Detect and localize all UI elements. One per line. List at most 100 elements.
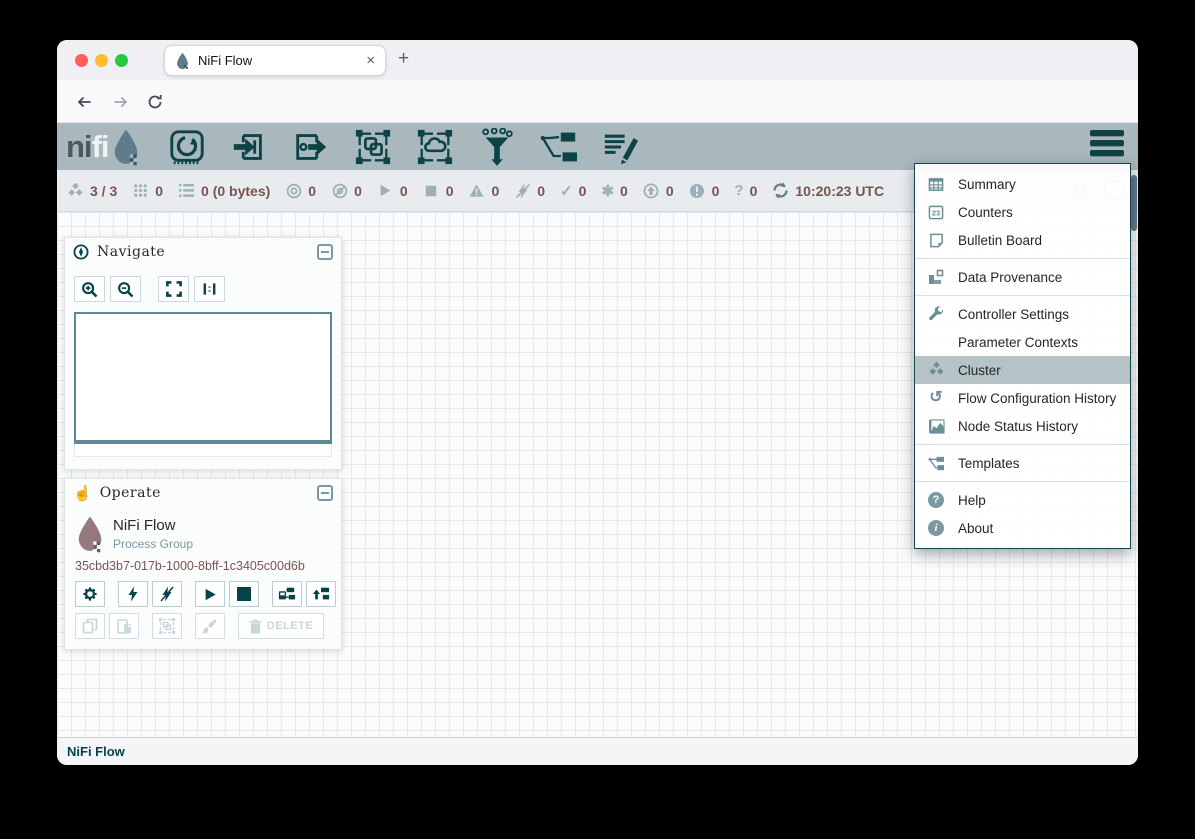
- refresh-icon[interactable]: [772, 182, 789, 199]
- transmitting-icon: [285, 183, 302, 199]
- output-port-component-icon[interactable]: [291, 127, 331, 167]
- logo-drop-icon: [111, 128, 141, 166]
- menu-item-flow-configuration-history[interactable]: ↺ Flow Configuration History: [915, 384, 1130, 412]
- menu-item-node-status-history[interactable]: Node Status History: [915, 412, 1130, 440]
- running-icon: [377, 183, 394, 198]
- status-running: 0: [377, 183, 408, 199]
- copy-button[interactable]: [75, 613, 105, 639]
- start-button[interactable]: [195, 581, 225, 607]
- zoom-out-button[interactable]: [110, 276, 141, 302]
- wrench-icon: [927, 306, 945, 322]
- stale-icon: [643, 183, 660, 199]
- process-group-component-icon[interactable]: [353, 127, 393, 167]
- menu-item-counters[interactable]: 23 Counters: [915, 198, 1130, 226]
- fill-color-button[interactable]: [195, 613, 225, 639]
- bulletin-board-icon: [927, 233, 945, 248]
- status-locally-modified: ✱ 0: [601, 182, 627, 200]
- remote-process-group-component-icon[interactable]: [415, 127, 455, 167]
- menu-item-cluster[interactable]: Cluster: [915, 356, 1130, 384]
- save-template-button[interactable]: [272, 581, 302, 607]
- configure-button[interactable]: [75, 581, 105, 607]
- process-group-drop-icon: [75, 515, 105, 553]
- svg-text:23: 23: [932, 208, 940, 217]
- menu-item-parameter-contexts[interactable]: Parameter Contexts: [915, 328, 1130, 356]
- menu-item-help[interactable]: ? Help: [915, 486, 1130, 514]
- upload-template-button[interactable]: [306, 581, 336, 607]
- breadcrumb[interactable]: NiFi Flow: [67, 744, 125, 759]
- operate-panel: ☝ Operate NiFi Flow Process Group 35cbd3…: [64, 478, 342, 650]
- operate-header: ☝ Operate: [65, 479, 341, 507]
- menu-item-templates[interactable]: Templates: [915, 449, 1130, 477]
- data-provenance-icon: [927, 269, 945, 285]
- cluster-menu-icon: [927, 362, 945, 378]
- tab-close-icon[interactable]: ×: [366, 52, 375, 69]
- window-zoom-button[interactable]: [115, 54, 128, 67]
- hand-icon: ☝: [73, 486, 92, 501]
- delete-button[interactable]: DELETE: [238, 613, 324, 639]
- menu-item-bulletin-board[interactable]: Bulletin Board: [915, 226, 1130, 254]
- breadcrumb-bar: NiFi Flow: [57, 737, 1138, 765]
- selected-component-type: Process Group: [113, 537, 193, 551]
- screen: NiFi Flow × + 192.168.40.11:8080/nifi/: [0, 0, 1195, 839]
- group-button[interactable]: [152, 613, 182, 639]
- menu-divider: [915, 295, 1130, 296]
- stop-button[interactable]: [229, 581, 259, 607]
- browser-window: NiFi Flow × + 192.168.40.11:8080/nifi/: [57, 40, 1138, 765]
- delete-label: DELETE: [267, 620, 313, 632]
- status-sync-failure: ? 0: [734, 182, 757, 199]
- zoom-actual-size-button[interactable]: [194, 276, 225, 302]
- reload-icon[interactable]: [144, 91, 166, 113]
- summary-icon: [927, 177, 945, 192]
- zoom-in-button[interactable]: [74, 276, 105, 302]
- compass-icon: [73, 244, 89, 260]
- forward-icon[interactable]: [109, 91, 131, 113]
- window-close-button[interactable]: [75, 54, 88, 67]
- menu-item-about[interactable]: i About: [915, 514, 1130, 542]
- collapse-navigate-icon[interactable]: [317, 244, 333, 260]
- birdseye-strip: [74, 444, 332, 457]
- templates-icon: [927, 456, 945, 471]
- status-queued: 0 (0 bytes): [178, 183, 270, 199]
- paste-button[interactable]: [109, 613, 139, 639]
- input-port-component-icon[interactable]: [229, 127, 269, 167]
- node-status-history-icon: [927, 419, 945, 434]
- trash-icon: [249, 619, 262, 634]
- check-icon: ✓: [560, 182, 573, 200]
- label-component-icon[interactable]: [601, 127, 641, 167]
- zoom-fit-button[interactable]: [158, 276, 189, 302]
- nifi-global-menu-icon[interactable]: [1090, 130, 1124, 156]
- question-icon: ?: [734, 182, 743, 199]
- menu-item-summary[interactable]: Summary: [915, 170, 1130, 198]
- scrollbar-thumb[interactable]: [1131, 175, 1137, 231]
- enable-button[interactable]: [118, 581, 148, 607]
- nifi-logo: nifi: [66, 128, 141, 166]
- funnel-component-icon[interactable]: [477, 127, 517, 167]
- threads-icon: [132, 183, 149, 198]
- browser-toolbar: 192.168.40.11:8080/nifi/ local: [57, 80, 1138, 123]
- back-icon[interactable]: [73, 91, 95, 113]
- new-tab-button[interactable]: +: [398, 48, 409, 70]
- status-invalid: 0: [468, 183, 499, 199]
- status-locally-modified-stale: 0: [689, 183, 720, 199]
- collapse-operate-icon[interactable]: [317, 485, 333, 501]
- status-cluster: 3 / 3: [67, 183, 117, 199]
- exclamation-circle-icon: [689, 183, 706, 199]
- status-transmitting: 0: [285, 183, 316, 199]
- menu-item-data-provenance[interactable]: Data Provenance: [915, 263, 1130, 291]
- browser-tab[interactable]: NiFi Flow ×: [164, 45, 386, 76]
- help-icon: ?: [928, 492, 944, 508]
- navigate-panel: Navigate: [64, 237, 342, 470]
- status-not-transmitting: 0: [331, 183, 362, 199]
- menu-item-controller-settings[interactable]: Controller Settings: [915, 300, 1130, 328]
- window-minimize-button[interactable]: [95, 54, 108, 67]
- selected-component-id[interactable]: 35cbd3b7-017b-1000-8bff-1c3405c00d6b: [75, 559, 305, 573]
- invalid-icon: [468, 183, 485, 198]
- cluster-icon: [67, 183, 84, 199]
- template-component-icon[interactable]: [539, 127, 579, 167]
- browser-tab-bar: NiFi Flow × +: [57, 40, 1138, 80]
- counters-icon: 23: [927, 205, 945, 220]
- birdseye-minimap[interactable]: [74, 312, 332, 444]
- status-threads: 0: [132, 183, 163, 199]
- processor-component-icon[interactable]: [167, 127, 207, 167]
- disable-button[interactable]: [152, 581, 182, 607]
